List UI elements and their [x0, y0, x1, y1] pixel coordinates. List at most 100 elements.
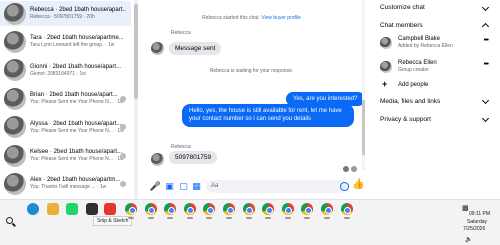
- running-indicator: [343, 217, 350, 219]
- running-indicator: [206, 217, 213, 219]
- messenger-window: Rebecca · 2bed 1bath house/apart... Rebec…: [0, 0, 500, 199]
- chat-list-item[interactable]: Tara · 2bed 1bath house/apartme... Tara L…: [0, 29, 131, 54]
- chat-list-item[interactable]: Alyssa · 2bed 1bath house/apart... You: P…: [0, 115, 131, 140]
- taskbar-tooltip: Snip & Sketch: [93, 216, 133, 226]
- emoji-icon[interactable]: [340, 182, 349, 191]
- read-receipt-avatar: [120, 152, 126, 159]
- avatar[interactable]: [151, 42, 164, 55]
- privacy-support-header[interactable]: Privacy & support: [380, 116, 431, 123]
- chevron-up-icon[interactable]: [481, 22, 490, 31]
- message-input[interactable]: Aa: [206, 180, 347, 193]
- avatar: [4, 87, 26, 110]
- sender-name: Rebecca: [171, 144, 191, 150]
- chrome-window-icon[interactable]: [164, 203, 177, 219]
- avatar[interactable]: [380, 37, 392, 49]
- snip-sketch-icon[interactable]: [104, 203, 116, 215]
- sticker-icon[interactable]: ▢: [179, 181, 188, 191]
- chat-info-panel: Customize chat Chat members Campbell Bla…: [368, 0, 500, 199]
- chrome-window-icon[interactable]: [242, 203, 255, 219]
- add-people-button[interactable]: Add people: [398, 82, 428, 88]
- running-indicator: [324, 217, 330, 219]
- gif-icon[interactable]: ▦: [192, 181, 201, 191]
- whatsapp-icon[interactable]: [66, 203, 78, 215]
- chat-list-item[interactable]: Rebecca · 2bed 1bath house/apart... Rebec…: [0, 1, 131, 26]
- message-composer: 🎤 ▣ ▢ ▦ Aa 👍: [138, 176, 365, 197]
- chrome-window-icon[interactable]: [203, 203, 216, 219]
- chrome-window-icon[interactable]: [223, 203, 235, 219]
- running-indicator: [304, 217, 311, 219]
- chat-text: Brian · 2bed 1bath house/apart... You: Pl…: [30, 91, 126, 106]
- avatar: [4, 30, 26, 53]
- chrome-window-icon[interactable]: [281, 203, 294, 219]
- conversation-scrollbar[interactable]: [362, 0, 365, 170]
- media-files-links-header[interactable]: Media, files and links: [380, 98, 440, 105]
- speaker-icon[interactable]: 🔈: [465, 236, 472, 243]
- chevron-down-icon[interactable]: [481, 3, 490, 12]
- chat-list-item[interactable]: Alex · 2bed 1bath house/apartm... You: Th…: [0, 171, 131, 196]
- chrome-window-icon[interactable]: [321, 203, 333, 219]
- chat-text: Tara · 2bed 1bath house/apartme... Tara L…: [30, 34, 126, 49]
- member-name[interactable]: Rebecca Ellen: [398, 60, 437, 66]
- customize-chat-header[interactable]: Customize chat: [380, 4, 425, 11]
- conversation-scroll-thumb[interactable]: [362, 100, 365, 155]
- chat-title: Rebecca · 2bed 1bath house/apart...: [30, 7, 126, 13]
- clock-day[interactable]: Saturday: [467, 219, 487, 225]
- outgoing-message: Hello, yes, the house is still available…: [182, 104, 354, 127]
- chat-text: Kelsee · 2bed 1bath house/apart... You: P…: [30, 148, 126, 163]
- system-message-started: Rebecca started this chat. View buyer pr…: [138, 15, 365, 21]
- chat-title: Kelsee · 2bed 1bath house/apart...: [30, 149, 123, 155]
- chat-text: Alex · 2bed 1bath house/apartm... You: Th…: [30, 176, 126, 191]
- chat-members-header[interactable]: Chat members: [380, 22, 423, 29]
- chat-preview: Gionni: 2083104971 · 1w: [30, 70, 86, 77]
- chat-list-item[interactable]: Brian · 2bed 1bath house/apart... You: Pl…: [0, 86, 131, 111]
- chat-title: Alyssa · 2bed 1bath house/apart...: [30, 120, 122, 127]
- member-subtitle: Group creator: [398, 67, 429, 73]
- image-icon[interactable]: ▣: [165, 181, 174, 191]
- running-indicator: [245, 217, 252, 219]
- running-indicator: [265, 217, 272, 219]
- running-indicator: [186, 217, 193, 219]
- system-tray-icon[interactable]: ▩: [462, 204, 469, 212]
- chat-preview: You: Please Sent me Your Phone N... · 1w: [30, 127, 124, 134]
- add-people-icon[interactable]: +: [382, 79, 387, 89]
- incoming-message: Message sent: [169, 42, 222, 55]
- system-started-text: Rebecca started this chat.: [202, 15, 260, 21]
- chevron-down-icon[interactable]: [481, 96, 490, 105]
- chrome-window-icon[interactable]: [301, 203, 314, 219]
- view-buyer-profile-link[interactable]: View buyer profile: [261, 15, 301, 21]
- chat-text: Alyssa · 2bed 1bath house/apart... You: P…: [30, 120, 126, 135]
- taskbar: Snip & Sketch ▩ 09:11 PM Saturday 7/25/2…: [0, 199, 500, 245]
- avatar: [4, 116, 26, 139]
- chrome-window-icon[interactable]: [340, 203, 353, 219]
- member-name[interactable]: Campbell Blake: [398, 36, 440, 42]
- chat-list-item[interactable]: Kelsee · 2bed 1bath house/apart... You: P…: [0, 143, 131, 168]
- clock-time[interactable]: 09:11 PM: [469, 211, 490, 217]
- member-subtitle: Added by Rebecca Ellen: [398, 43, 453, 49]
- chrome-window-icon[interactable]: [144, 203, 157, 219]
- thumbs-up-icon[interactable]: 👍: [352, 180, 364, 190]
- avatar: [4, 172, 26, 195]
- chrome-window-icon[interactable]: [183, 203, 196, 219]
- chat-preview: You: Please Sent me Your Phone N... · 1w: [30, 156, 124, 162]
- read-receipt-avatar: [343, 166, 349, 172]
- conversation-pane: Rebecca started this chat. View buyer pr…: [138, 0, 365, 199]
- edge-browser-icon[interactable]: [27, 203, 39, 215]
- sender-name: Rebecca: [171, 30, 191, 36]
- search-icon[interactable]: [6, 217, 16, 227]
- more-options-icon[interactable]: •••: [484, 37, 489, 44]
- chrome-window-icon[interactable]: [262, 203, 275, 219]
- chat-list-item[interactable]: Gionni · 2bed 1bath house/apart... Gionni…: [0, 58, 131, 83]
- chat-text: Gionni · 2bed 1bath house/apart... Gionni…: [30, 63, 126, 78]
- avatar[interactable]: [151, 153, 164, 166]
- sticky-notes-icon[interactable]: [86, 203, 98, 215]
- incoming-message: 5097801759: [169, 151, 218, 164]
- running-indicator: [167, 217, 174, 219]
- chrome-window-icon[interactable]: [125, 203, 137, 219]
- clock-date[interactable]: 7/25/2026: [463, 226, 485, 232]
- microphone-icon[interactable]: 🎤: [150, 181, 161, 191]
- avatar[interactable]: [380, 61, 392, 73]
- file-explorer-icon[interactable]: [47, 203, 59, 215]
- more-options-icon[interactable]: •••: [484, 61, 489, 68]
- running-indicator: [284, 217, 291, 219]
- chevron-down-icon[interactable]: [481, 114, 490, 123]
